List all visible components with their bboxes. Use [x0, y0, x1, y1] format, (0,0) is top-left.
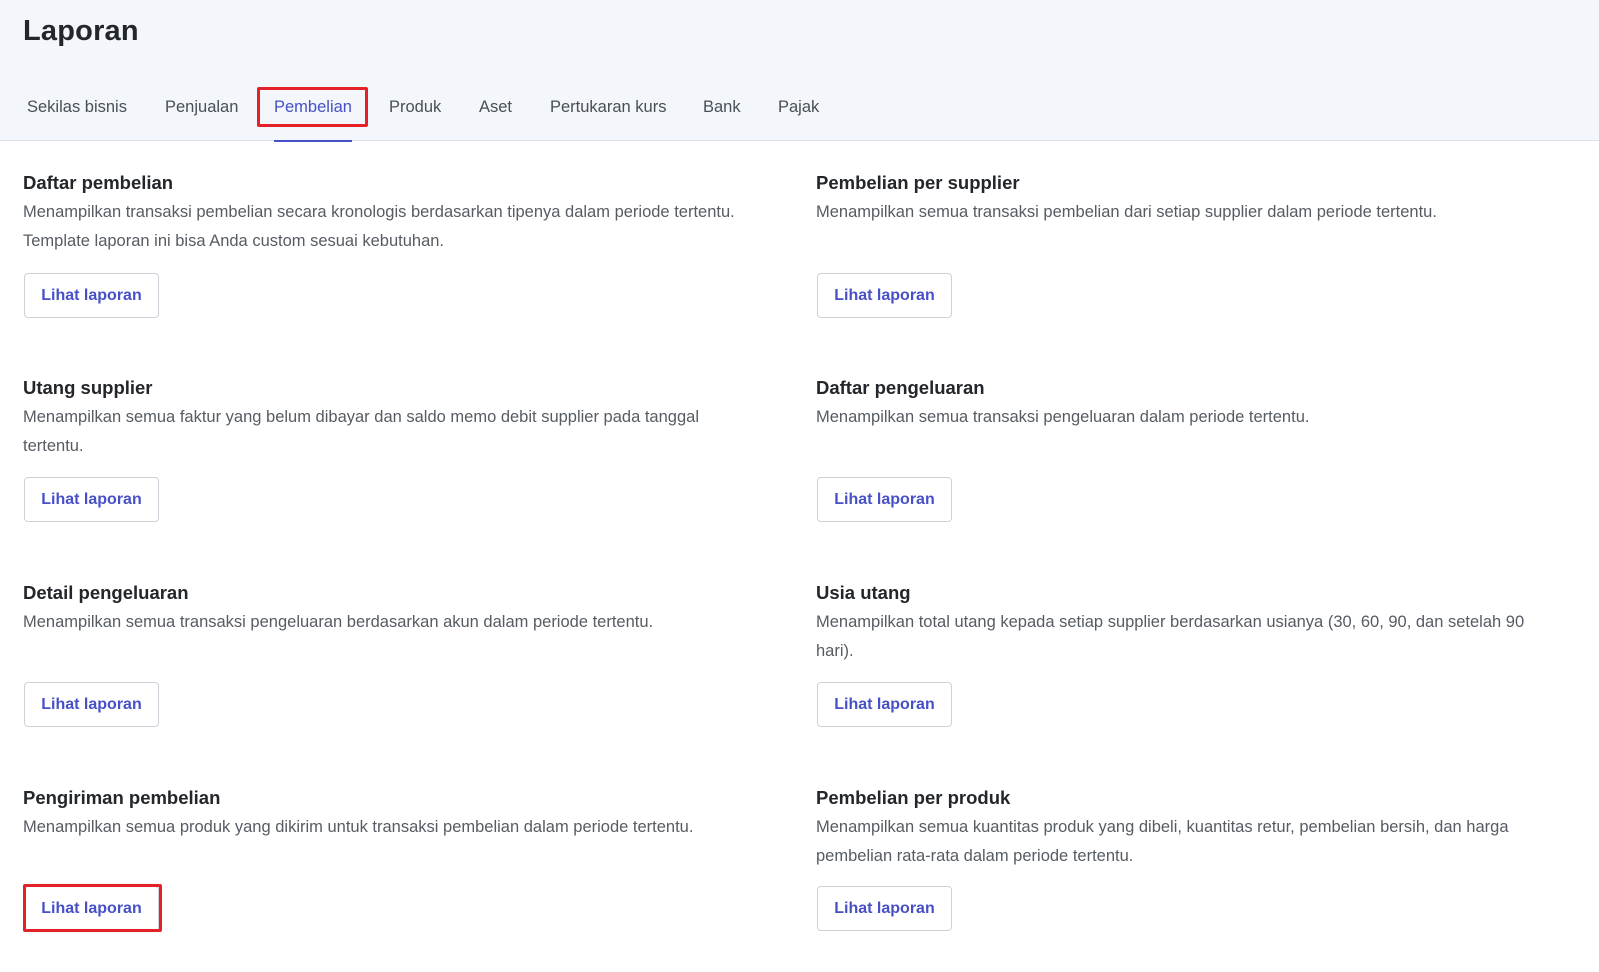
tab-aset[interactable]: Aset — [479, 86, 512, 141]
page-header: Laporan Sekilas bisnis Penjualan Pembeli… — [0, 0, 1599, 142]
report-description: Menampilkan total utang kepada setiap su… — [816, 613, 1525, 660]
report-card-pengiriman-pembelian: Pengiriman pembelian Menampilkan semua p… — [23, 786, 763, 842]
report-description: Menampilkan semua transaksi pembelian da… — [816, 203, 1437, 221]
view-report-button-pembelian-per-produk[interactable]: Lihat laporan — [817, 886, 952, 931]
view-report-button-daftar-pembelian[interactable]: Lihat laporan — [24, 273, 159, 318]
page-title: Laporan — [23, 15, 139, 47]
view-report-button-detail-pengeluaran[interactable]: Lihat laporan — [24, 682, 159, 727]
report-card-usia-utang: Usia utang Menampilkan total utang kepad… — [816, 581, 1561, 665]
view-report-button-utang-supplier[interactable]: Lihat laporan — [24, 477, 159, 522]
view-report-button-pembelian-per-supplier[interactable]: Lihat laporan — [817, 273, 952, 318]
tab-sekilas-bisnis[interactable]: Sekilas bisnis — [27, 86, 127, 141]
report-title: Pembelian per produk — [816, 787, 1011, 808]
report-card-detail-pengeluaran: Detail pengeluaran Menampilkan semua tra… — [23, 581, 763, 637]
report-description: Menampilkan semua kuantitas produk yang … — [816, 818, 1509, 865]
tab-produk[interactable]: Produk — [389, 86, 441, 141]
view-report-button-daftar-pengeluaran[interactable]: Lihat laporan — [817, 477, 952, 522]
report-description: Menampilkan semua transaksi pengeluaran … — [816, 408, 1310, 426]
report-description: Menampilkan transaksi pembelian secara k… — [23, 203, 735, 250]
tab-pertukaran-kurs[interactable]: Pertukaran kurs — [550, 86, 666, 141]
report-description: Menampilkan semua transaksi pengeluaran … — [23, 613, 654, 631]
report-title: Daftar pengeluaran — [816, 377, 985, 398]
report-description: Menampilkan semua faktur yang belum diba… — [23, 408, 699, 455]
report-description: Menampilkan semua produk yang dikirim un… — [23, 818, 694, 836]
report-tabs: Sekilas bisnis Penjualan Pembelian Produ… — [0, 86, 1599, 142]
report-card-daftar-pembelian: Daftar pembelian Menampilkan transaksi p… — [23, 171, 763, 255]
tab-pajak[interactable]: Pajak — [778, 86, 819, 141]
report-card-pembelian-per-produk: Pembelian per produk Menampilkan semua k… — [816, 786, 1561, 870]
tab-penjualan[interactable]: Penjualan — [165, 86, 238, 141]
report-title: Daftar pembelian — [23, 172, 174, 193]
report-title: Usia utang — [816, 582, 911, 603]
report-title: Detail pengeluaran — [23, 582, 189, 603]
tab-pembelian[interactable]: Pembelian — [274, 86, 352, 142]
report-title: Pembelian per supplier — [816, 172, 1020, 193]
report-card-pembelian-per-supplier: Pembelian per supplier Menampilkan semua… — [816, 171, 1561, 227]
report-card-daftar-pengeluaran: Daftar pengeluaran Menampilkan semua tra… — [816, 376, 1561, 432]
report-card-utang-supplier: Utang supplier Menampilkan semua faktur … — [23, 376, 763, 460]
tab-bank[interactable]: Bank — [703, 86, 741, 141]
report-title: Utang supplier — [23, 377, 153, 398]
report-title: Pengiriman pembelian — [23, 787, 221, 808]
view-report-button-usia-utang[interactable]: Lihat laporan — [817, 682, 952, 727]
view-report-button-pengiriman-pembelian[interactable]: Lihat laporan — [24, 886, 159, 931]
